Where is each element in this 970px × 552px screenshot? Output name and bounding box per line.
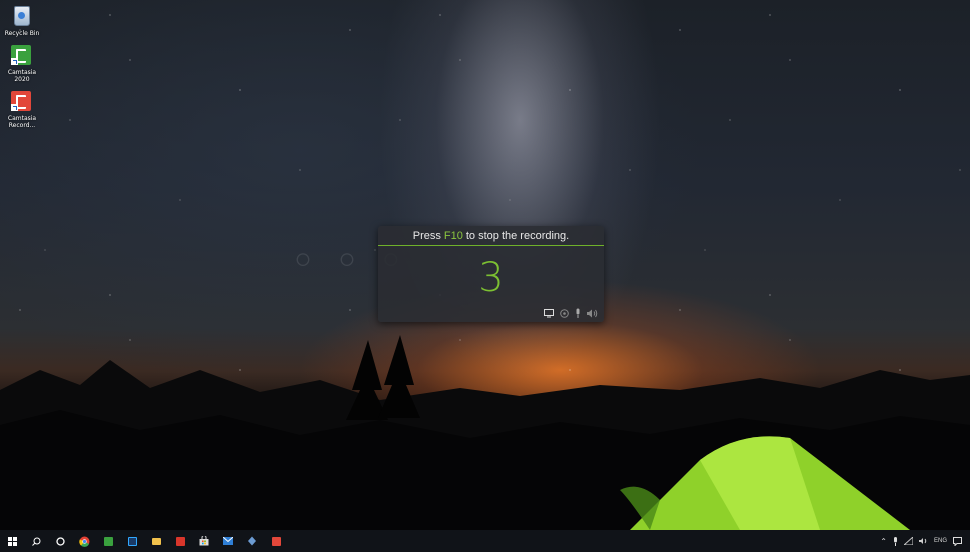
search-icon [31, 537, 40, 546]
screen-icon[interactable] [544, 308, 554, 318]
taskbar-app-camtasia[interactable] [96, 530, 120, 552]
app-icon [248, 536, 256, 546]
desktop-icons: Recycle Bin Camtasia 2020 Camtasia Recor… [4, 4, 40, 137]
mail-icon [223, 537, 233, 545]
taskbar-app-camtasia-recorder[interactable] [264, 530, 288, 552]
chrome-icon [78, 536, 89, 547]
desktop-icon-label: Recycle Bin [4, 30, 40, 37]
desktop-icon-label: Camtasia 2020 [7, 69, 37, 83]
cortana-icon [55, 536, 65, 546]
acrobat-icon [175, 536, 185, 546]
camtasia-recorder-icon [11, 91, 31, 111]
taskbar: ⌃ ENG [0, 530, 970, 552]
store-icon [199, 536, 209, 546]
taskbar-app-mail[interactable] [216, 530, 240, 552]
desktop-icon-camtasia[interactable]: Camtasia 2020 [4, 45, 40, 83]
language-indicator[interactable]: ENG [934, 538, 947, 544]
system-tray: ⌃ ENG [880, 530, 970, 552]
camtasia-icon [103, 536, 113, 546]
recording-countdown-panel: Press F10 to stop the recording. 3 [378, 226, 604, 322]
cortana-button[interactable] [48, 530, 72, 552]
search-button[interactable] [24, 530, 48, 552]
speaker-icon[interactable] [587, 309, 598, 318]
desktop: ◦ ◦ ◦ Recycle Bin Camtasia 2020 Camtasia… [0, 0, 970, 530]
camtasia-icon [11, 45, 31, 65]
recorder-tools [544, 308, 598, 318]
start-button[interactable] [0, 530, 24, 552]
windows-start-icon [7, 536, 17, 546]
photoshop-icon [127, 536, 137, 546]
taskbar-app-generic[interactable] [240, 530, 264, 552]
microphone-icon[interactable] [893, 536, 898, 546]
green-tent [620, 436, 910, 530]
microphone-icon[interactable] [575, 308, 581, 318]
hint-prefix: Press [412, 229, 441, 242]
taskbar-app-photoshop[interactable] [120, 530, 144, 552]
taskbar-apps [0, 530, 288, 552]
countdown-number: 3 [478, 255, 504, 301]
notification-icon[interactable] [953, 536, 962, 546]
taskbar-app-chrome[interactable] [72, 530, 96, 552]
chevron-up-icon[interactable]: ⌃ [880, 537, 887, 546]
taskbar-app-acrobat[interactable] [168, 530, 192, 552]
hint-suffix: to stop the recording. [465, 229, 570, 242]
recording-hint: Press F10 to stop the recording. [378, 226, 604, 246]
desktop-icon-label: Camtasia Record... [7, 115, 37, 129]
desktop-icon-camtasia-recorder[interactable]: Camtasia Record... [4, 91, 40, 129]
camtasia-recorder-icon [271, 536, 281, 546]
camera-icon[interactable] [560, 308, 569, 318]
hint-key: F10 [443, 229, 463, 242]
recycle-bin-icon [14, 6, 30, 26]
taskbar-app-store[interactable] [192, 530, 216, 552]
volume-icon[interactable] [918, 537, 928, 545]
network-icon[interactable] [903, 537, 913, 545]
taskbar-app-file-explorer[interactable] [144, 530, 168, 552]
desktop-icon-recycle-bin[interactable]: Recycle Bin [4, 6, 40, 37]
file-explorer-icon [151, 537, 161, 545]
